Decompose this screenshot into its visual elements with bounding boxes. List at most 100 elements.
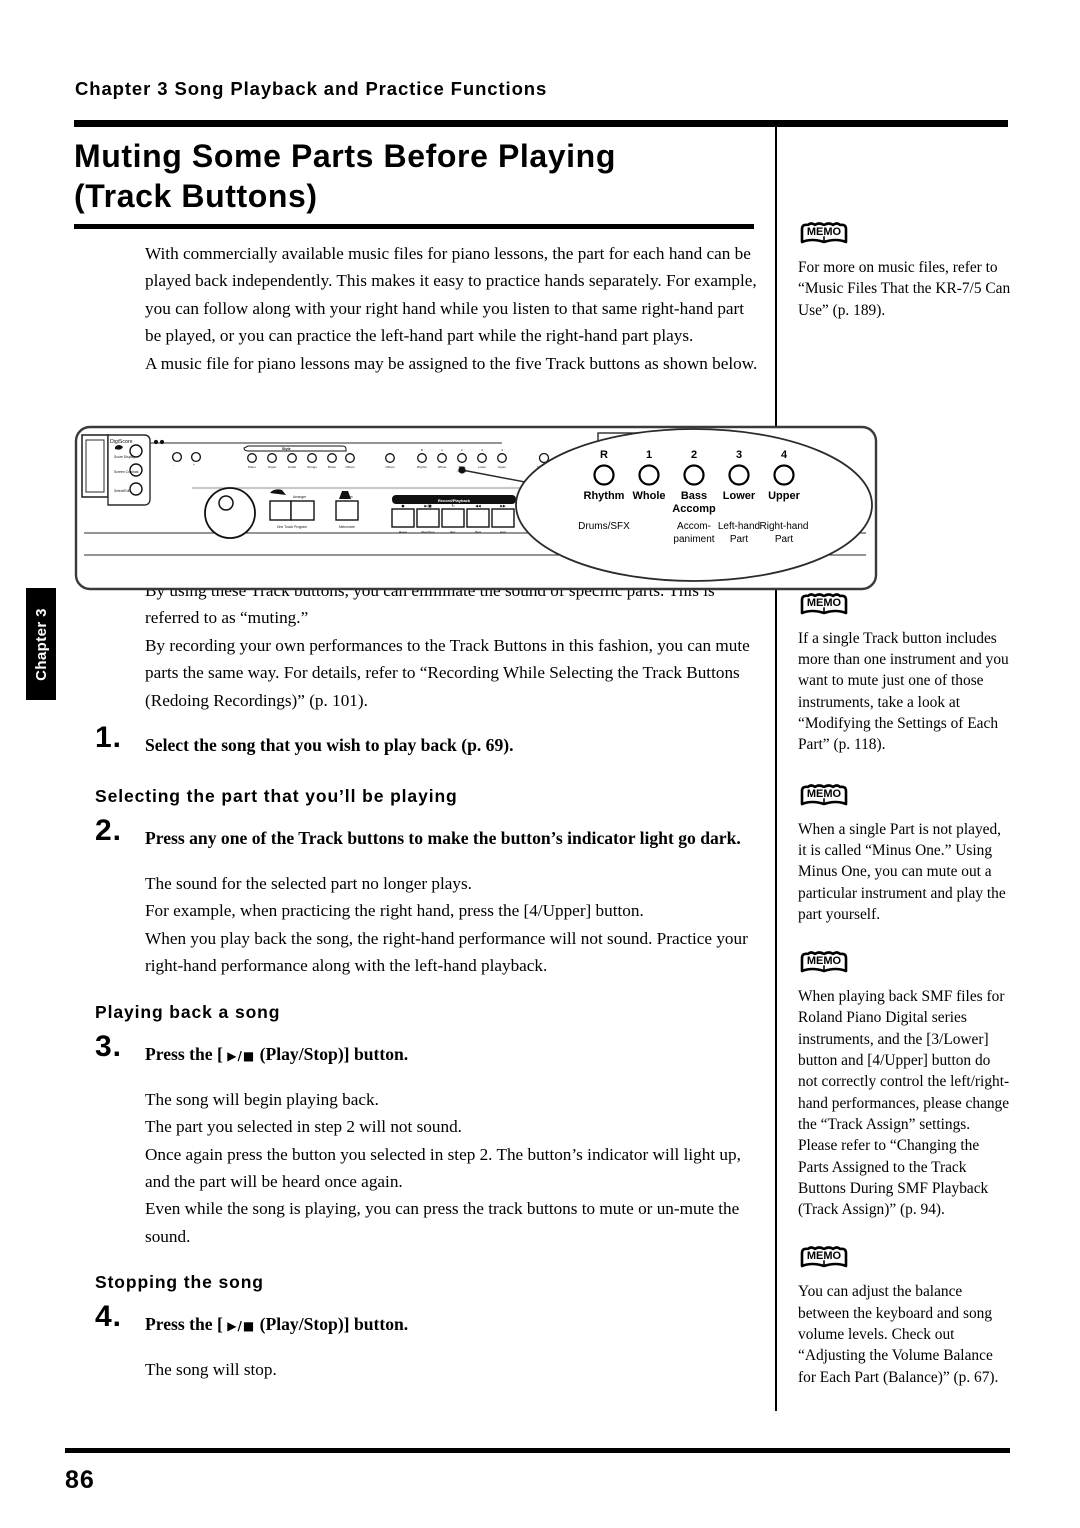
memo-text: For more on music files, refer to “Music… (798, 259, 1011, 319)
play-stop-icon: ▶/■ (227, 1048, 256, 1063)
page-title-line2: (Track Buttons) (74, 178, 318, 214)
memo-block: MEMO For more on music files, refer to “… (798, 222, 1012, 321)
header-rule (74, 120, 1008, 127)
svg-text:MEMO: MEMO (807, 955, 842, 967)
step-4-text: Press the [ ▶/■ (Play/Stop)] button. (95, 1309, 763, 1341)
callout-desc-1: Accom- (677, 521, 711, 532)
intro-paragraph-2: A music file for piano lessons may be as… (145, 353, 758, 373)
play-stop-icon: ▶/■ (227, 1319, 256, 1334)
sidebar-memos: MEMO For more on music files, refer to “… (798, 222, 1012, 1388)
svg-text:Brass: Brass (328, 465, 336, 469)
svg-text:◀◀: ◀◀ (475, 504, 481, 508)
svg-text:One Touch Program: One Touch Program (277, 525, 307, 529)
svg-text:Guitar: Guitar (288, 465, 296, 469)
svg-text:Organ: Organ (268, 465, 277, 469)
memo-icon: MEMO (798, 783, 1012, 814)
callout-desc-1: Left-hand (718, 521, 760, 532)
page-title: Muting Some Parts Before Playing (Track … (74, 136, 764, 216)
column-divider (775, 127, 777, 1411)
svg-text:Piano: Piano (248, 465, 256, 469)
memo-icon: MEMO (798, 951, 1012, 981)
callout-desc-2: paniment (673, 534, 714, 545)
step-4-number: 4. (95, 1300, 123, 1334)
step-3-note-4: Even while the song is playing, you can … (145, 1199, 740, 1246)
svg-text:Arranger: Arranger (293, 495, 307, 499)
step-1-number: 1. (95, 721, 123, 755)
subhead-playing-back: Playing back a song (95, 1001, 281, 1022)
svg-text:▶/■: ▶/■ (424, 504, 432, 508)
svg-text:MEMO: MEMO (807, 1250, 842, 1262)
step-3-text: Press the [ ▶/■ (Play/Stop)] button. (95, 1039, 763, 1071)
page-title-line1: Muting Some Parts Before Playing (74, 138, 616, 174)
step-3-note-2: The part you selected in step 2 will not… (145, 1117, 462, 1137)
step-2-number: 2. (95, 814, 123, 848)
svg-text:Score Display: Score Display (114, 455, 135, 459)
svg-text:Whole: Whole (438, 465, 447, 469)
memo-icon: MEMO (798, 1246, 1012, 1276)
control-panel-diagram: DigiScore Score Display Screen Contrast … (74, 425, 878, 595)
step-2-text: Press any one of the Track buttons to ma… (145, 828, 741, 849)
memo-text: When playing back SMF files for Roland P… (798, 988, 1010, 1219)
page-number: 86 (65, 1466, 95, 1494)
svg-text:Fwd: Fwd (500, 530, 506, 534)
svg-text:Screen Contrast: Screen Contrast (114, 470, 139, 474)
svg-text:MEMO: MEMO (807, 226, 842, 238)
svg-text:MEMO: MEMO (807, 788, 842, 800)
svg-text:↻: ↻ (451, 504, 454, 508)
memo-text: If a single Track button includes more t… (798, 629, 1009, 754)
svg-text:Bwd: Bwd (475, 530, 481, 534)
callout-button[interactable] (773, 464, 795, 486)
svg-text:MEMO: MEMO (807, 597, 842, 609)
step-4: 4. Press the [ ▶/■ (Play/Stop)] button. (95, 1300, 763, 1343)
step-2: 2. Press any one of the Track buttons to… (95, 814, 763, 857)
svg-text:Select/Edit: Select/Edit (114, 489, 130, 493)
svg-text:DigiScore: DigiScore (110, 439, 133, 445)
svg-text:Play/Stop: Play/Stop (421, 530, 435, 534)
svg-text:Metronome: Metronome (339, 525, 355, 529)
svg-text:Lower: Lower (478, 465, 486, 469)
callout-number: R (600, 449, 608, 461)
memo-block: MEMO When a single Part is not played, i… (798, 783, 1012, 925)
step-3-note-3: Once again press the button you selected… (145, 1144, 741, 1191)
step-3-suffix: (Play/Stop)] button. (259, 1043, 409, 1064)
step-2-note-1: The sound for the selected part no longe… (145, 874, 472, 894)
intro-paragraph: With commercially available music files … (145, 244, 757, 346)
svg-text:Piano: Piano (274, 495, 283, 499)
callout-name: Upper (768, 490, 801, 502)
svg-text:Upper: Upper (498, 465, 506, 469)
step-2-note-2: For example, when practicing the right h… (145, 901, 644, 921)
memo-block: MEMO When playing back SMF files for Rol… (798, 951, 1012, 1220)
running-head: Chapter 3 Song Playback and Practice Fun… (75, 78, 548, 99)
memo-block: MEMO You can adjust the balance between … (798, 1246, 1012, 1387)
callout-button[interactable] (638, 464, 660, 486)
step-3-number: 3. (95, 1029, 123, 1063)
step-3-note-1: The song will begin playing back. (145, 1089, 379, 1109)
subhead-stopping: Stopping the song (95, 1272, 264, 1293)
svg-text:Strings: Strings (307, 465, 317, 469)
main-content: With commercially available music files … (95, 240, 763, 1384)
memo-icon: MEMO (798, 593, 1012, 623)
svg-text:▶▶: ▶▶ (500, 504, 506, 508)
footer-rule (65, 1448, 1010, 1453)
svg-text:Others: Others (345, 465, 355, 469)
subhead-selecting-part: Selecting the part that you’ll be playin… (95, 786, 458, 807)
svg-text:●: ● (401, 504, 404, 508)
callout-name: Bass (681, 490, 707, 502)
svg-text:+: + (193, 463, 195, 467)
chapter-tab-label: Chapter 3 (32, 607, 50, 681)
callout-desc-2: Part (730, 534, 749, 545)
svg-text:Others: Others (385, 465, 395, 469)
callout-name: Rhythm (584, 490, 625, 502)
callout-number: 3 (736, 449, 742, 461)
svg-text:Record/Playback: Record/Playback (438, 498, 471, 503)
callout-button[interactable] (728, 464, 750, 486)
svg-text:Rec: Rec (450, 530, 456, 534)
callout-name-2: Accomp (672, 503, 716, 515)
callout-button[interactable] (593, 464, 615, 486)
callout-button[interactable] (683, 464, 705, 486)
svg-text:-: - (173, 463, 174, 467)
svg-text:Reset: Reset (399, 530, 407, 534)
memo-block: MEMO If a single Track button includes m… (798, 593, 1012, 756)
step-3-prefix: Press the [ (145, 1043, 223, 1064)
step-3: 3. Press the [ ▶/■ (Play/Stop)] button. (95, 1030, 763, 1073)
